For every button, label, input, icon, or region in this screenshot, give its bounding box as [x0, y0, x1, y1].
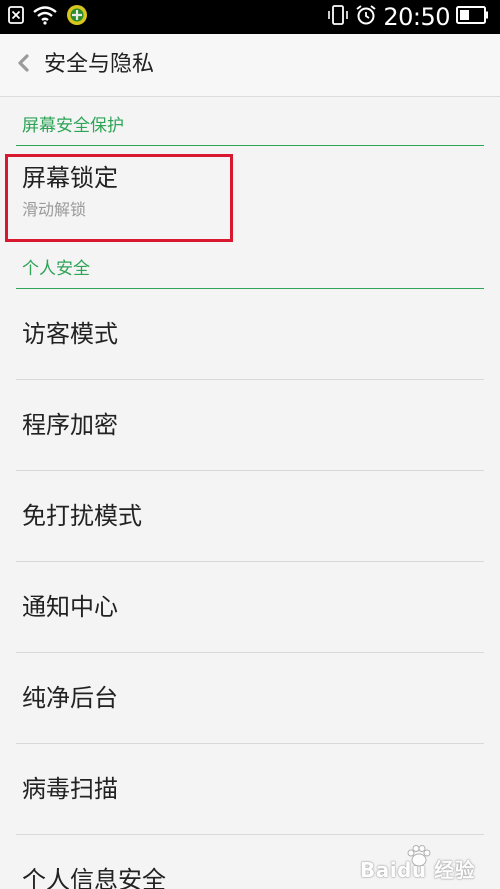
- settings-item-do-not-disturb[interactable]: 免打扰模式: [0, 471, 500, 562]
- settings-item-label: 屏幕锁定: [22, 164, 118, 192]
- settings-item-screen-lock[interactable]: 屏幕锁定 滑动解锁: [0, 148, 500, 244]
- chevron-left-icon: [16, 53, 30, 77]
- settings-item-virus-scan[interactable]: 病毒扫描: [0, 744, 500, 835]
- section-title: 屏幕安全保护: [22, 116, 124, 136]
- settings-item-pure-background[interactable]: 纯净后台: [0, 653, 500, 744]
- settings-item-value: 滑动解锁: [22, 200, 87, 219]
- phone-screen: 20:50 安全与隐私 屏幕安全保护 屏幕锁定 滑动解锁 个人安全 访客模式 程…: [0, 0, 500, 889]
- baidu-watermark: Baidu 经验: [360, 845, 480, 885]
- settings-item-label: 程序加密: [22, 411, 118, 439]
- vibrate-icon: [327, 4, 349, 30]
- section-header-personal-security: 个人安全: [16, 245, 484, 289]
- status-bar: 20:50: [0, 0, 500, 34]
- watermark-text: Baidu 经验: [360, 858, 476, 882]
- settings-item-guest-mode[interactable]: 访客模式: [0, 289, 500, 380]
- page-title: 安全与隐私: [44, 52, 155, 77]
- section-header-screen-security: 屏幕安全保护: [16, 102, 484, 146]
- settings-item-label: 个人信息安全: [22, 866, 166, 889]
- settings-item-label: 免打扰模式: [22, 502, 142, 530]
- settings-item-label: 通知中心: [22, 593, 118, 621]
- section-title: 个人安全: [22, 259, 90, 279]
- settings-item-notification-center[interactable]: 通知中心: [0, 562, 500, 653]
- alarm-icon: [355, 4, 377, 30]
- app-bar: 安全与隐私: [0, 34, 500, 97]
- settings-item-label: 病毒扫描: [22, 775, 118, 803]
- wifi-icon: [32, 5, 58, 29]
- app-notification-icon: [66, 4, 88, 30]
- settings-item-label: 访客模式: [22, 320, 118, 348]
- settings-item-label: 纯净后台: [22, 684, 118, 712]
- status-bar-right: 20:50: [327, 3, 490, 31]
- status-bar-left: [8, 5, 88, 29]
- settings-item-app-encryption[interactable]: 程序加密: [0, 380, 500, 471]
- notification-close-icon: [8, 6, 24, 28]
- back-button[interactable]: [12, 52, 34, 78]
- battery-icon: [456, 5, 490, 29]
- status-time: 20:50: [383, 3, 450, 31]
